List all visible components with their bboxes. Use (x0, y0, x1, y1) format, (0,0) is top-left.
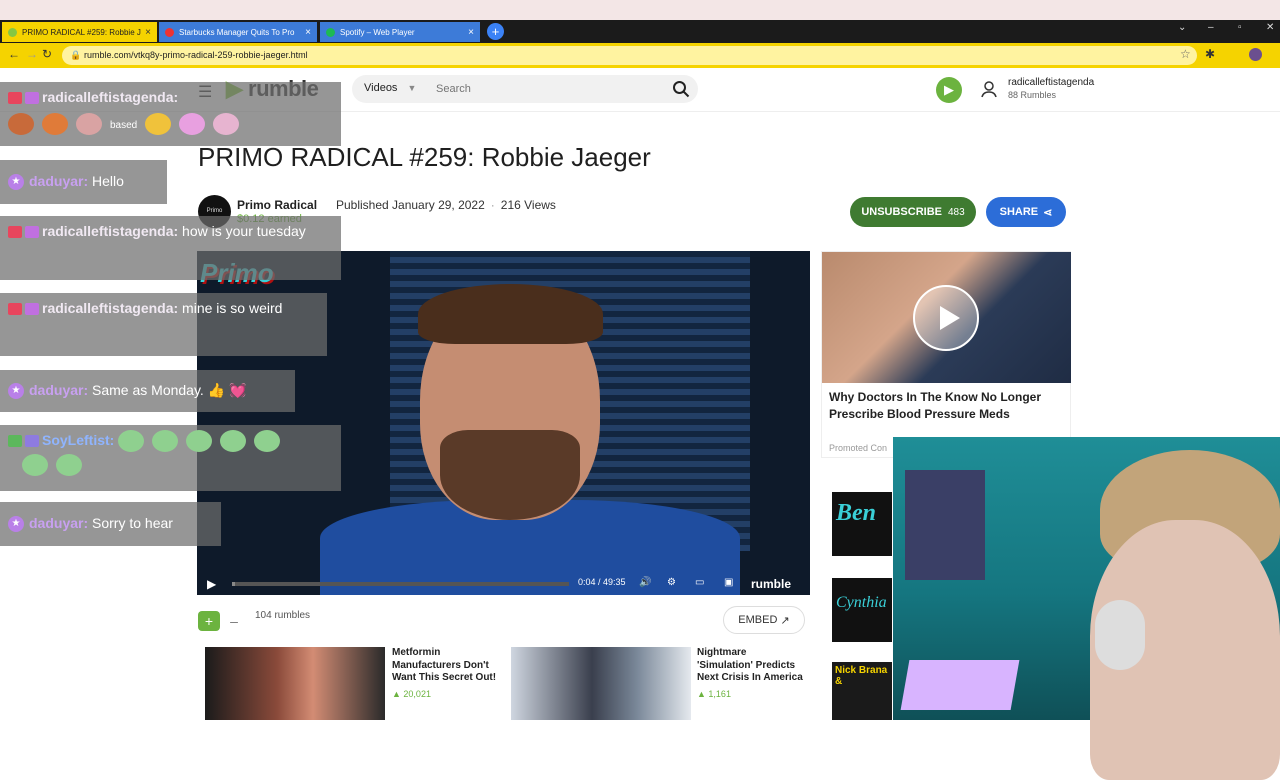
play-icon[interactable]: ▶ (207, 577, 216, 591)
forward-icon[interactable]: → (26, 47, 38, 61)
subscriber-badge-icon (8, 92, 22, 105)
related-views: ▲ 1,161 (697, 689, 731, 699)
tab-primo-radical[interactable]: PRIMO RADICAL #259: Robbie Ja × (2, 22, 157, 42)
channel-thumbnail[interactable]: Nick Brana & (832, 662, 892, 720)
settings-icon[interactable]: ⚙ (667, 577, 676, 588)
emote-icon (179, 113, 206, 136)
rumble-favicon-icon (8, 27, 17, 37)
profile-avatar[interactable] (1249, 48, 1262, 61)
ad-title[interactable]: Why Doctors In The Know No Longer Prescr… (829, 389, 1059, 423)
emote-icon (42, 113, 68, 136)
user-rumbles: 88 Rumbles (1008, 90, 1057, 100)
chat-message: ★ daduyar: Same as Monday. 👍 💓 (0, 370, 295, 412)
progress-fill (232, 582, 235, 586)
related-thumbnail[interactable] (511, 647, 691, 720)
webcam-wall-art (905, 470, 985, 580)
promoted-label: Promoted Con (829, 443, 888, 453)
fullscreen-icon[interactable]: ▣ (724, 577, 733, 588)
frog-emote-icon (22, 453, 48, 476)
frog-emote-icon (56, 453, 82, 476)
emote-icon (145, 113, 172, 136)
related-views: ▲ 20,021 (392, 689, 431, 699)
rumbles-count: 104 rumbles (255, 610, 311, 621)
player-brand: rumble (751, 577, 792, 591)
chat-message: radicalleftistagenda: how is your tuesda… (0, 216, 341, 280)
volume-icon[interactable]: 🔊 (639, 577, 651, 588)
frog-emote-icon (220, 430, 247, 453)
emote-icon (76, 113, 102, 136)
back-icon[interactable]: ← (8, 47, 20, 61)
star-badge-icon: ★ (8, 516, 24, 533)
subscriber-badge-icon (8, 303, 22, 316)
ad-play-icon[interactable] (913, 285, 979, 351)
embed-arrow-icon: ↗ (780, 614, 790, 627)
close-tab-icon[interactable]: × (468, 27, 474, 38)
new-tab-button[interactable]: + (487, 23, 504, 40)
minimize-icon[interactable]: – (1208, 22, 1214, 33)
search-input[interactable] (436, 81, 656, 97)
share-button[interactable]: SHARE ⋖ (986, 197, 1066, 227)
emote-icon (8, 113, 34, 136)
time-display: 0:04 / 49:35 (578, 577, 626, 587)
gift-badge-icon (25, 226, 39, 239)
youtube-favicon-icon (165, 27, 174, 37)
channel-thumbnail[interactable]: Ben (832, 492, 892, 556)
star-badge-icon: ★ (8, 174, 24, 191)
bookmark-star-icon[interactable]: ☆ (1180, 47, 1191, 61)
extensions-icon[interactable]: ✱ (1205, 47, 1215, 61)
gift-badge-icon (25, 303, 39, 316)
frog-emote-icon (254, 430, 281, 453)
subscriber-badge-icon (8, 226, 22, 239)
frog-emote-icon (186, 430, 213, 453)
chat-message: ★ daduyar: Sorry to hear (0, 502, 221, 546)
share-icon: ⋖ (1043, 206, 1053, 219)
lock-icon: 🔒 (70, 50, 82, 60)
founder-badge-icon (25, 435, 39, 448)
chat-message: radicalleftistagenda: based (0, 82, 341, 146)
search-icon[interactable] (672, 80, 690, 98)
video-person-beard (440, 430, 580, 520)
close-tab-icon[interactable]: × (145, 27, 151, 38)
user-icon[interactable] (980, 80, 998, 98)
chat-message: ★ daduyar: Hello (0, 160, 167, 204)
top-strip (0, 0, 1280, 20)
upload-video-icon[interactable]: ▶ (936, 77, 962, 103)
tab-spotify[interactable]: Spotify – Web Player × (320, 22, 480, 42)
embed-button[interactable]: EMBED ↗ (723, 606, 805, 634)
sword-badge-icon (8, 435, 22, 448)
spotify-favicon-icon (326, 27, 335, 37)
tab-starbucks[interactable]: Starbucks Manager Quits To Pro × (159, 22, 317, 42)
chat-message: SoyLeftist: (0, 425, 341, 491)
category-select[interactable]: Videos ▼ (364, 82, 416, 94)
webcam-microphone (1095, 600, 1145, 670)
video-meta: Published January 29, 2022 · 216 Views (336, 198, 556, 212)
theater-mode-icon[interactable]: ▭ (695, 577, 704, 588)
related-title[interactable]: Metformin Manufacturers Don't Want This … (392, 647, 500, 685)
progress-track[interactable] (232, 582, 569, 586)
maximize-icon[interactable]: ▫ (1238, 22, 1242, 33)
frog-emote-icon (118, 430, 145, 453)
star-badge-icon: ★ (8, 383, 24, 400)
tab-search-icon[interactable]: ⌄ (1178, 22, 1186, 33)
video-person-hair (418, 284, 603, 344)
upvote-button[interactable]: + (198, 611, 220, 631)
video-title: PRIMO RADICAL #259: Robbie Jaeger (198, 142, 651, 172)
reload-icon[interactable]: ↻ (42, 47, 52, 61)
emote-icon (213, 113, 240, 136)
related-thumbnail[interactable] (205, 647, 385, 720)
frog-emote-icon (152, 430, 179, 453)
downvote-button[interactable]: – (226, 611, 242, 631)
close-tab-icon[interactable]: × (305, 27, 311, 38)
channel-name[interactable]: Primo Radical (237, 198, 317, 212)
username[interactable]: radicalleftistagenda (1008, 77, 1094, 88)
url-field[interactable]: 🔒 rumble.com/vtkq8y-primo-radical-259-ro… (62, 46, 1197, 65)
related-title[interactable]: Nightmare 'Simulation' Predicts Next Cri… (697, 647, 805, 685)
chevron-down-icon: ▼ (407, 83, 417, 93)
unsubscribe-button[interactable]: UNSUBSCRIBE 483 (850, 197, 976, 227)
close-window-icon[interactable]: ✕ (1266, 22, 1274, 33)
gift-badge-icon (25, 92, 39, 105)
channel-thumbnail[interactable]: Cynthia (832, 578, 892, 642)
webcam-keyboard (900, 660, 1020, 710)
chat-message: radicalleftistagenda: mine is so weird (0, 293, 327, 356)
